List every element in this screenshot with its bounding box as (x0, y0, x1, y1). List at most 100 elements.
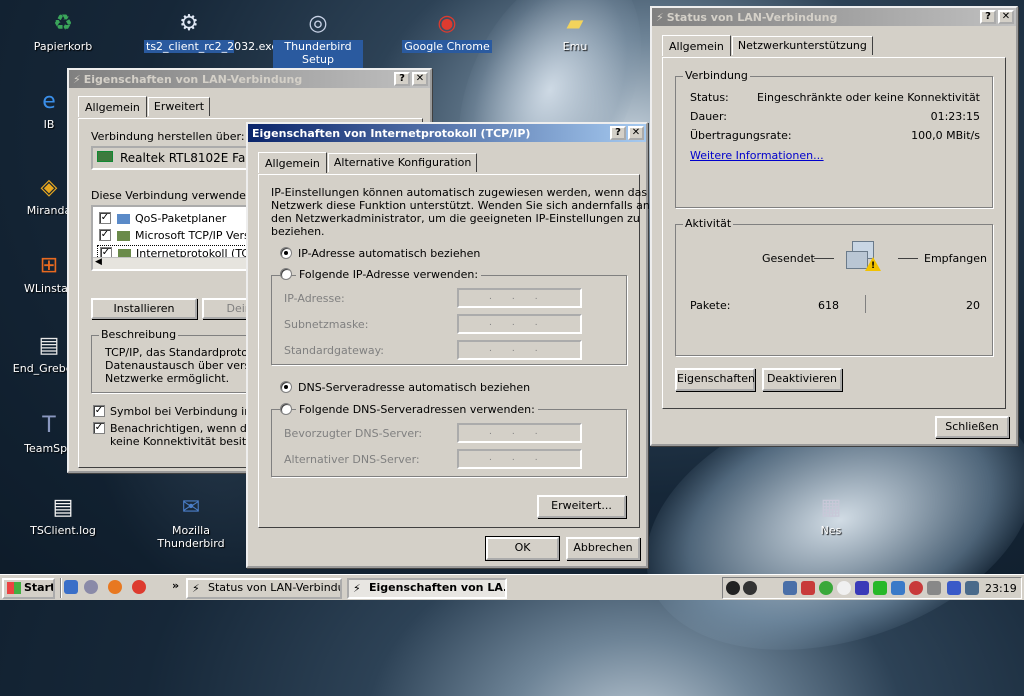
preferred-dns-field[interactable]: ... (457, 423, 582, 443)
system-tray: 23:19 (722, 577, 1022, 599)
desktop-icon[interactable]: ♻ Papierkorb (18, 8, 108, 54)
windows-logo-icon: ⊞ (39, 252, 59, 278)
ip-address-field[interactable]: ... (457, 288, 582, 308)
desktop-icon-label: Nes (820, 524, 842, 537)
tab-alternative-konfiguration[interactable]: Alternative Konfiguration (327, 153, 478, 172)
desktop-icon[interactable]: ⚙ ts2_client_rc2_2032.exe (144, 8, 278, 53)
windows-flag-icon (7, 582, 21, 594)
network-icon: ⚡ (656, 10, 664, 24)
close-button[interactable]: ✕ (412, 72, 428, 86)
status-value: Eingeschränkte oder keine Konnektivität (757, 91, 980, 104)
close-button[interactable]: ✕ (998, 10, 1014, 24)
subnet-mask-field[interactable]: ... (457, 314, 582, 334)
tab-allgemein[interactable]: Allgemein (258, 152, 327, 173)
cancel-button[interactable]: Abbrechen (566, 537, 640, 560)
duration-label: Dauer: (690, 110, 727, 123)
tray-icon-3[interactable] (801, 581, 815, 595)
close-button[interactable]: ✕ (628, 126, 644, 140)
desktop-icon[interactable]: ◉ Google Chrome (402, 8, 492, 53)
network-tray-icon[interactable] (783, 581, 797, 595)
gateway-field[interactable]: ... (457, 340, 582, 360)
auto-ip-radio[interactable] (280, 247, 292, 259)
tcpip-properties-title: Eigenschaften von Internetprotokoll (TCP… (252, 126, 531, 140)
subnet-mask-label: Subnetzmaske: (284, 318, 369, 331)
alternate-dns-label: Alternativer DNS-Server: (284, 453, 420, 466)
pdf-icon: ▤ (38, 332, 60, 358)
tray-icon-9[interactable] (927, 581, 941, 595)
properties-button[interactable]: Eigenschaften (675, 368, 755, 391)
manual-ip-radio[interactable] (280, 268, 292, 280)
help-button[interactable]: ? (394, 72, 410, 86)
tray-icon-6[interactable] (873, 581, 887, 595)
component-checkbox[interactable]: ✓ (99, 212, 111, 224)
qos-icon (117, 214, 130, 224)
tray-icon-2[interactable] (743, 581, 757, 595)
intro-line-3: den Netzwerkadministrator, um die geeign… (271, 212, 640, 225)
more-info-link[interactable]: Weitere Informationen... (690, 149, 824, 162)
taskbar-button-status-label: Status von LAN-Verbindung (208, 581, 340, 594)
connect-via-label: Verbindung herstellen über: (91, 130, 245, 143)
alternate-dns-field[interactable]: ... (457, 449, 582, 469)
tray-icon-1[interactable] (726, 581, 740, 595)
tray-icon-8[interactable] (909, 581, 923, 595)
symbol-checkbox[interactable]: ✓ (93, 405, 105, 417)
packets-label: Pakete: (690, 299, 731, 312)
install-button[interactable]: Installieren (91, 298, 197, 319)
notify-checkbox[interactable]: ✓ (93, 422, 105, 434)
sent-label: Gesendet (762, 252, 815, 265)
desktop-icon[interactable]: ▦ Nes (786, 492, 876, 538)
packets-divider (865, 295, 866, 313)
lan-properties-title: Eigenschaften von LAN-Verbindung (83, 72, 303, 86)
tab-allgemein[interactable]: Allgemein (78, 96, 147, 117)
recycle-bin-icon: ♻ (53, 10, 73, 36)
tcpip-properties-titlebar[interactable]: Eigenschaften von Internetprotokoll (TCP… (248, 124, 646, 142)
lan-status-panel: Verbindung Status: Eingeschränkte oder k… (662, 57, 1006, 409)
lan-properties-titlebar[interactable]: ⚡ Eigenschaften von LAN-Verbindung ? ✕ (69, 70, 430, 88)
desktop-icon[interactable]: ▰ Emu (530, 8, 620, 54)
panda-tray-icon[interactable] (837, 581, 851, 595)
desktop-icon[interactable]: ✉ Mozilla Thunderbird (146, 492, 236, 551)
teamspeak-icon: T (42, 412, 56, 438)
firefox-quicklaunch-icon[interactable] (108, 580, 122, 594)
tab-erweitert[interactable]: Erweitert (147, 97, 211, 116)
tcpip-properties-window[interactable]: Eigenschaften von Internetprotokoll (TCP… (246, 122, 650, 568)
close-dialog-button[interactable]: Schließen (935, 416, 1009, 438)
help-button[interactable]: ? (980, 10, 996, 24)
chrome-icon: ◉ (437, 10, 457, 36)
ie-icon: e (42, 88, 56, 114)
manual-dns-radio[interactable] (280, 403, 292, 415)
chrome-quicklaunch-icon[interactable] (132, 580, 146, 594)
thunderbird-quicklaunch-icon[interactable] (84, 580, 98, 594)
lan-status-window[interactable]: ⚡ Status von LAN-Verbindung ? ✕ Allgemei… (650, 6, 1018, 446)
auto-dns-radio[interactable] (280, 381, 292, 393)
component-checkbox[interactable]: ✓ (99, 229, 111, 241)
cd-installer-icon: ◎ (308, 10, 328, 36)
help-button[interactable]: ? (610, 126, 626, 140)
show-desktop-icon[interactable] (64, 580, 78, 594)
tab-netzwerkunterstuetzung[interactable]: Netzwerkunterstützung (731, 36, 873, 55)
protocol-icon (117, 231, 130, 241)
computers-warning-icon: ! (846, 237, 888, 285)
desktop-icon-label: Mozilla Thunderbird (157, 524, 225, 550)
start-button[interactable]: Start (2, 578, 55, 599)
lan-status-titlebar[interactable]: ⚡ Status von LAN-Verbindung ? ✕ (652, 8, 1016, 26)
component-label: QoS-Paketplaner (135, 212, 227, 225)
packets-sent-value: 618 (818, 299, 839, 312)
ip-address-label: IP-Adresse: (284, 292, 345, 305)
tray-icon-4[interactable] (819, 581, 833, 595)
tray-icon-5[interactable] (855, 581, 869, 595)
disable-button[interactable]: Deaktivieren (762, 368, 842, 391)
tab-allgemein[interactable]: Allgemein (662, 35, 731, 56)
tray-icon-10[interactable] (947, 581, 961, 595)
tray-icon-11[interactable] (965, 581, 979, 595)
taskbar-button-status[interactable]: ⚡ Status von LAN-Verbindung (186, 578, 342, 599)
desktop-icon[interactable]: ▤ TSClient.log (18, 492, 108, 538)
intro-line-4: beziehen. (271, 225, 325, 238)
tray-icon-7[interactable] (891, 581, 905, 595)
quicklaunch-overflow[interactable]: » (172, 579, 179, 592)
description-group-label: Beschreibung (99, 328, 179, 341)
ok-button[interactable]: OK (485, 536, 560, 561)
advanced-button[interactable]: Erweitert... (537, 495, 626, 518)
taskbar: Start » ⚡ Status von LAN-Verbindung ⚡ Ei… (0, 574, 1024, 600)
taskbar-button-tcpip[interactable]: ⚡ Eigenschaften von LA... (347, 578, 507, 599)
